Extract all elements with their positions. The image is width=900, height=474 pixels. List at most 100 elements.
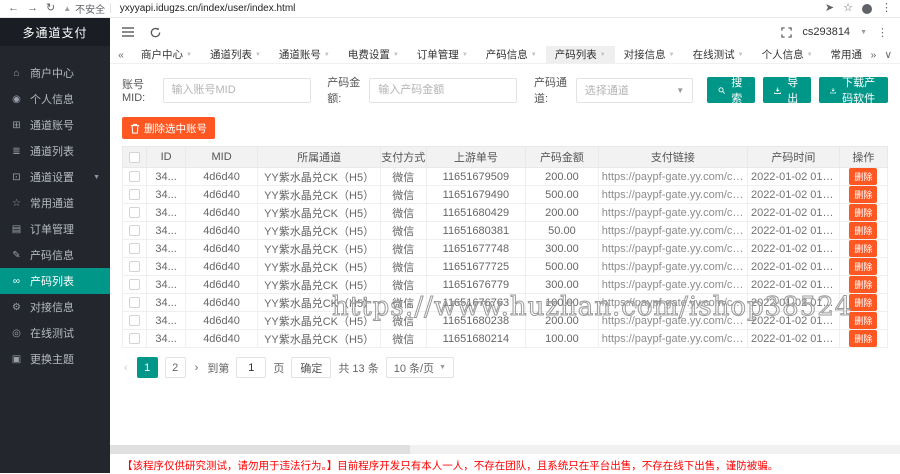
delete-row-button[interactable]: 删除	[849, 240, 877, 257]
site-security[interactable]: ▲ 不安全 |	[63, 1, 112, 16]
sidebar-item-channel-account[interactable]: ⊞ 通道账号	[0, 112, 110, 138]
cell-id: 34...	[147, 240, 185, 258]
bookmark-star-icon[interactable]: ☆	[843, 3, 853, 14]
per-page-select[interactable]: 10 条/页 ▼	[386, 357, 454, 378]
export-button[interactable]: 导出	[763, 77, 811, 103]
page-button-2[interactable]: 2	[165, 357, 186, 378]
chevron-down-icon: ▼	[255, 52, 261, 58]
refresh-page-icon[interactable]	[150, 27, 161, 38]
row-checkbox[interactable]	[129, 225, 140, 236]
channel-select[interactable]: 选择通道 ▼	[576, 78, 693, 103]
target-icon: ◎	[10, 328, 23, 339]
row-checkbox[interactable]	[129, 279, 140, 290]
cell-link[interactable]: https://paypf-gate.yy.com/ch/front/weixi…	[598, 222, 747, 240]
sidebar-item-docking-info[interactable]: ⚙ 对接信息	[0, 294, 110, 320]
delete-row-button[interactable]: 删除	[849, 204, 877, 221]
delete-row-button[interactable]: 删除	[849, 276, 877, 293]
browser-menu-icon[interactable]: ⋮	[881, 3, 892, 14]
cell-mid: 4d6d40	[185, 294, 258, 312]
download-software-button[interactable]: 下载产码软件	[819, 77, 888, 103]
cell-link[interactable]: https://paypf-gate.yy.com/ch/front/weixi…	[598, 186, 747, 204]
sidebar-item-online-test[interactable]: ◎ 在线测试	[0, 320, 110, 346]
prev-page-icon[interactable]: ‹	[122, 362, 130, 374]
row-checkbox[interactable]	[129, 171, 140, 182]
sidebar-item-code-list[interactable]: ∞ 产码列表	[0, 268, 110, 294]
tab-code-list[interactable]: 产码列表 ▼	[546, 46, 615, 63]
cell-channel: YY紫水晶兑CK（H5）	[258, 240, 380, 258]
more-options-icon[interactable]: ⋮	[877, 26, 888, 39]
cell-link[interactable]: https://paypf-gate.yy.com/ch/front/weixi…	[598, 312, 747, 330]
sidebar-item-common-channels[interactable]: ☆ 常用通道	[0, 190, 110, 216]
collapse-menu-icon[interactable]	[122, 27, 134, 37]
goto-label: 到第	[207, 360, 229, 376]
sidebar-item-merchant-center[interactable]: ⌂ 商户中心	[0, 60, 110, 86]
row-checkbox[interactable]	[129, 189, 140, 200]
delete-row-button[interactable]: 删除	[849, 222, 877, 239]
amount-input[interactable]	[369, 78, 517, 103]
tab-docking-info[interactable]: 对接信息 ▼	[615, 46, 684, 63]
row-checkbox[interactable]	[129, 261, 140, 272]
cell-link[interactable]: https://paypf-gate.yy.com/ch/front/weixi…	[598, 258, 747, 276]
page-button-1[interactable]: 1	[137, 357, 158, 378]
cell-link[interactable]: https://paypf-gate.yy.com/ch/front/weixi…	[598, 276, 747, 294]
search-button[interactable]: 搜索	[707, 77, 755, 103]
tabs-overflow-icon[interactable]: »	[870, 49, 876, 61]
delete-row-button[interactable]: 删除	[849, 294, 877, 311]
sidebar-item-channel-list[interactable]: ≣ 通道列表	[0, 138, 110, 164]
security-label: 不安全	[75, 1, 105, 16]
user-caret-icon[interactable]: ▼	[860, 29, 867, 36]
tab-common-channels[interactable]: 常用通道 ▼	[822, 46, 863, 63]
row-checkbox[interactable]	[129, 207, 140, 218]
delete-row-button[interactable]: 删除	[849, 330, 877, 347]
tab-channel-account[interactable]: 通道账号 ▼	[270, 46, 339, 63]
cell-pay-method: 微信	[380, 312, 426, 330]
horizontal-scrollbar[interactable]	[110, 445, 900, 454]
cell-link[interactable]: https://paypf-gate.yy.com/ch/front/weixi…	[598, 240, 747, 258]
send-icon[interactable]: ➤	[825, 3, 834, 14]
delete-row-button[interactable]: 删除	[849, 312, 877, 329]
browser-forward-icon[interactable]: →	[27, 3, 38, 14]
row-checkbox[interactable]	[129, 297, 140, 308]
row-checkbox[interactable]	[129, 333, 140, 344]
tabs-scroll-left-icon[interactable]: «	[110, 46, 132, 63]
address-bar[interactable]: yxyyapi.idugzs.cn/index/user/index.html	[120, 3, 296, 14]
cell-link[interactable]: https://paypf-gate.yy.com/ch/front/weixi…	[598, 168, 747, 186]
goto-confirm-button[interactable]: 确定	[291, 357, 331, 378]
tab-online-test[interactable]: 在线测试 ▼	[684, 46, 753, 63]
username[interactable]: cs293814	[802, 26, 850, 38]
goto-page-input[interactable]	[236, 357, 266, 378]
tabs-dropdown-icon[interactable]: ∨	[884, 49, 892, 61]
delete-row-button[interactable]: 删除	[849, 186, 877, 203]
row-checkbox[interactable]	[129, 315, 140, 326]
tab-fee-settings[interactable]: 电费设置 ▼	[339, 46, 408, 63]
select-all-checkbox[interactable]	[129, 152, 140, 163]
browser-refresh-icon[interactable]: ↻	[46, 3, 55, 14]
next-page-icon[interactable]: ›	[193, 362, 201, 374]
sidebar-item-code-info[interactable]: ✎ 产码信息	[0, 242, 110, 268]
browser-profile-avatar[interactable]	[862, 4, 872, 14]
tab-merchant-center[interactable]: 商户中心 ▼	[132, 46, 201, 63]
cell-link[interactable]: https://paypf-gate.yy.com/ch/front/weixi…	[598, 204, 747, 222]
row-checkbox[interactable]	[129, 243, 140, 254]
sidebar-item-channel-settings[interactable]: ⊡ 通道设置 ▼	[0, 164, 110, 190]
col-mid: MID	[185, 147, 258, 168]
delete-row-button[interactable]: 删除	[849, 168, 877, 185]
delete-selected-button[interactable]: 删除选中账号	[122, 117, 215, 139]
sidebar-item-personal-info[interactable]: ◉ 个人信息	[0, 86, 110, 112]
tab-channel-list[interactable]: 通道列表 ▼	[201, 46, 270, 63]
filter-row: 账号MID: 产码金额: 产码通道: 选择通道 ▼ 搜索	[122, 74, 888, 106]
tab-personal-info[interactable]: 个人信息 ▼	[753, 46, 822, 63]
fullscreen-icon[interactable]	[781, 27, 792, 38]
sidebar-item-order-management[interactable]: ▤ 订单管理	[0, 216, 110, 242]
browser-back-icon[interactable]: ←	[8, 3, 19, 14]
tab-code-info[interactable]: 产码信息 ▼	[477, 46, 546, 63]
cell-link[interactable]: https://paypf-gate.yy.com/ch/front/weixi…	[598, 294, 747, 312]
scrollbar-thumb[interactable]	[110, 445, 410, 454]
cell-link[interactable]: https://paypf-gate.yy.com/ch/front/weixi…	[598, 330, 747, 348]
mid-input[interactable]	[163, 78, 311, 103]
tab-order-management[interactable]: 订单管理 ▼	[408, 46, 477, 63]
cell-pay-method: 微信	[380, 240, 426, 258]
delete-row-button[interactable]: 删除	[849, 258, 877, 275]
sidebar-item-change-theme[interactable]: ▣ 更换主题	[0, 346, 110, 372]
chevron-down-icon: ▼	[93, 174, 100, 181]
